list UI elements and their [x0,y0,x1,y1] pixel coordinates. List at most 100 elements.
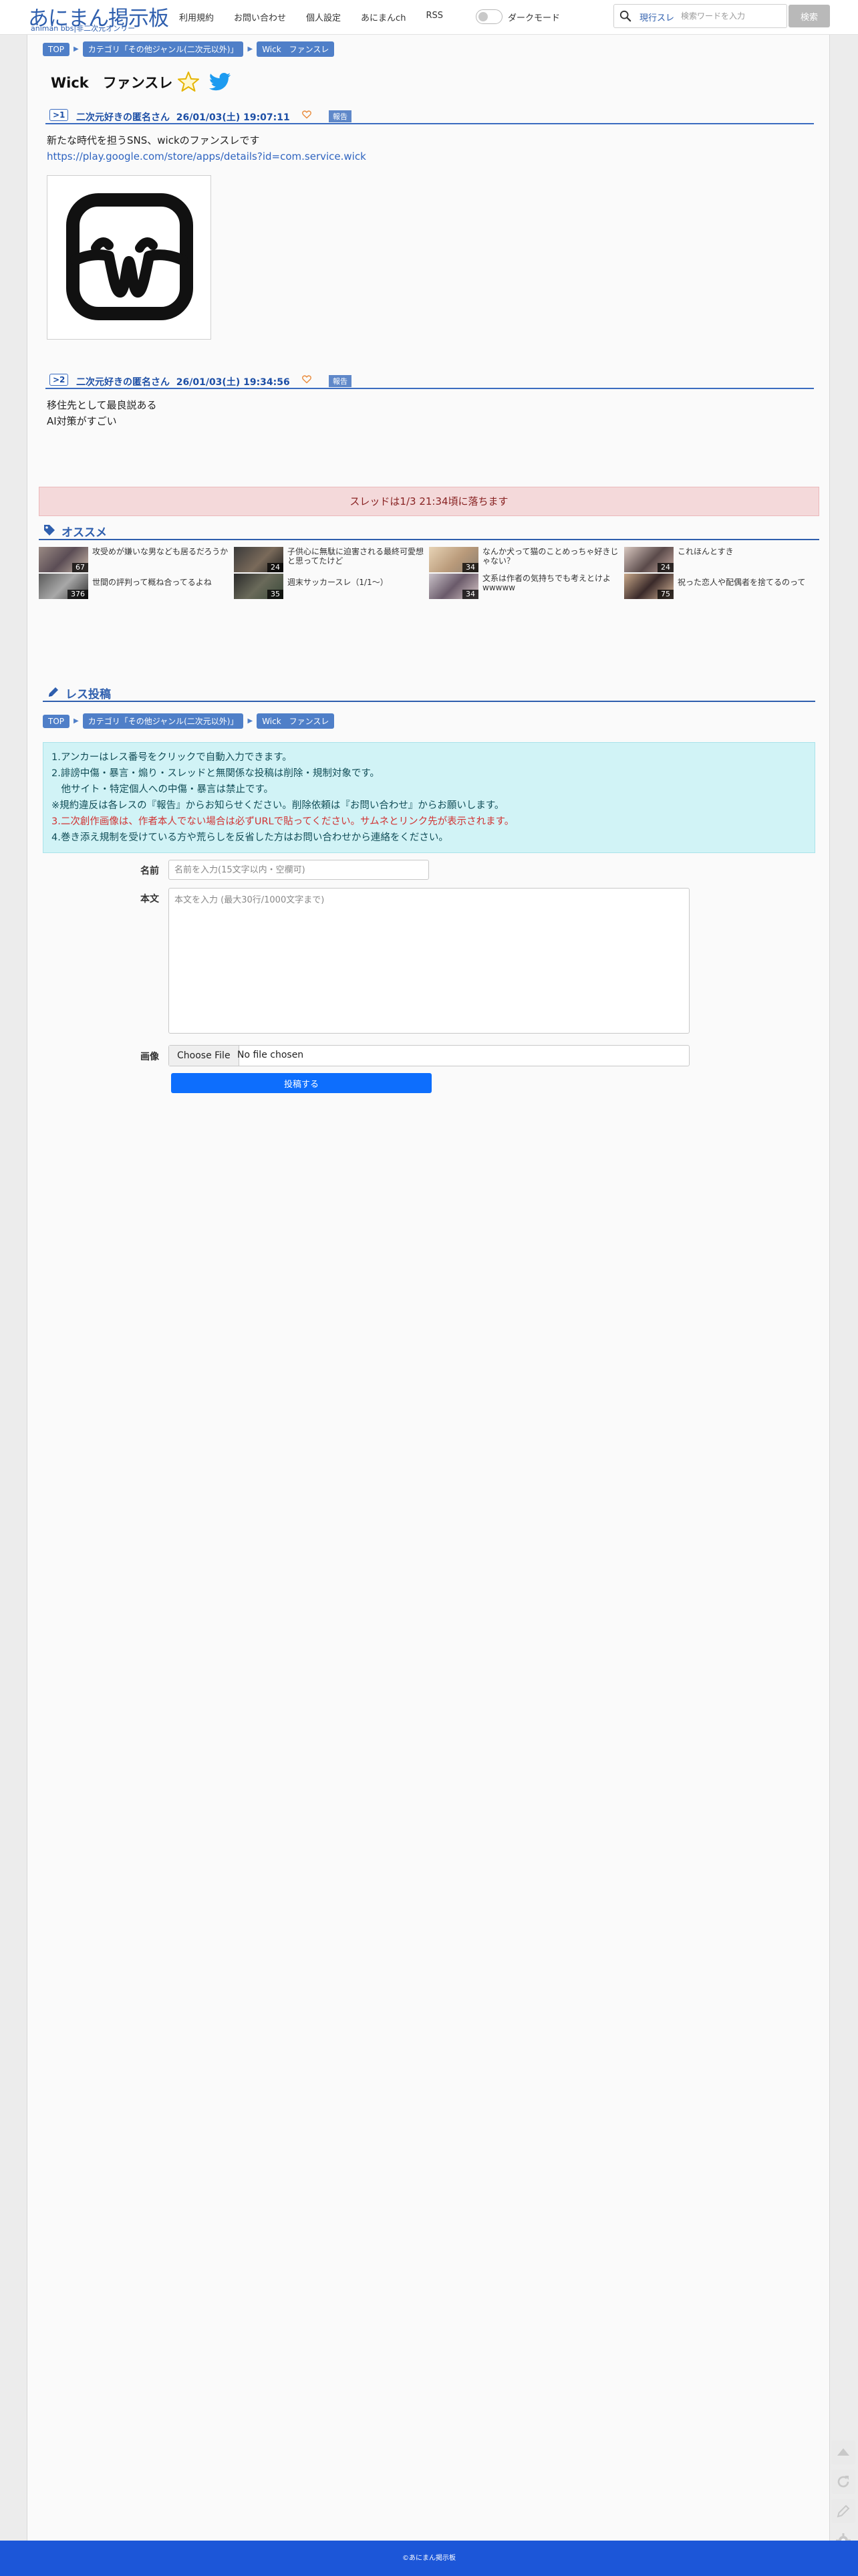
recommend-item[interactable]: 75 祝った恋人や配偶者を捨てるのって [624,574,818,599]
recommend-item[interactable]: 34 文系は作者の気持ちでも考えとけよwwwww [429,574,623,599]
post-author-date: 二次元好きの匿名さん 26/01/03(土) 19:34:56 [76,375,290,388]
search-scope-select[interactable]: 現行スレ [639,11,674,23]
recommend-item[interactable]: 24 これほんとすき [624,547,818,572]
comment-count: 35 [267,590,283,599]
breadcrumb-separator-icon: ▶ [247,45,253,53]
nav-terms[interactable]: 利用規約 [179,11,214,23]
post-author: 二次元好きの匿名さん [76,377,170,388]
post-text: 移住先として最良説ある [47,399,157,411]
recommend-item-title: なんか犬って猫のことめっちゃ好きじゃない？ [482,547,619,566]
comment-count: 67 [72,563,88,572]
breadcrumb-category[interactable]: カテゴリ「その他ジャンル(二次元以外)」 [82,713,244,729]
image-file-input[interactable]: Choose File No file chosen [168,1045,690,1066]
breadcrumb-category[interactable]: カテゴリ「その他ジャンル(二次元以外)」 [82,41,244,57]
recommend-thumbnail: 34 [429,547,478,572]
recommend-title: オススメ [61,526,107,540]
comment-count: 24 [267,563,283,572]
recommend-item-title: 子供心に無駄に迫害される最終可愛想と思ってたけど [287,547,424,566]
image-label: 画像 [140,1052,159,1062]
name-field[interactable] [168,860,429,880]
tag-icon [44,525,55,536]
twitter-icon[interactable] [208,72,231,92]
recommend-thumbnail: 34 [429,574,478,599]
rule-line-warning: 3.二次創作画像は、作者本人でない場合は必ずURLで貼ってください。サムネとリン… [51,816,515,827]
recommend-item[interactable]: 67 攻受めが嫌いな男なども居るだろうか [39,547,233,572]
body-textarea[interactable] [168,888,690,1034]
recommend-thumbnail: 67 [39,547,88,572]
reload-icon [837,2476,849,2488]
rule-line: 1.アンカーはレス番号をクリックで自動入力できます。 [51,752,292,763]
star-icon[interactable] [178,71,199,92]
nav-settings[interactable]: 個人設定 [306,11,341,23]
recommend-thumbnail: 24 [234,547,283,572]
wick-app-icon-image[interactable] [47,175,211,340]
site-logo[interactable]: あにまん掲示板 animan bbs|非二次元オンリー [28,1,169,33]
logo-subtitle: animan bbs|非二次元オンリー [31,24,136,33]
heart-icon[interactable] [302,374,311,384]
post-date: 26/01/03(土) 19:34:56 [176,377,290,388]
comment-count: 34 [462,590,478,599]
thread-title: Wick ファンスレ [51,75,173,91]
search-input[interactable] [681,8,785,24]
recommend-thumbnail: 35 [234,574,283,599]
post-date: 26/01/03(土) 19:07:11 [176,112,290,123]
recommend-item-title: 世間の評判って概ね合ってるよね [92,578,212,587]
recommend-item-title: 文系は作者の気持ちでも考えとけよwwwww [482,574,611,592]
rule-line: ※規約違反は各レスの『報告』からお知らせください。削除依頼は『お問い合わせ』から… [51,800,505,811]
recommend-item[interactable]: 376 世間の評判って概ね合ってるよね [39,574,233,599]
breadcrumb-separator-icon: ▶ [247,717,253,725]
recommend-item[interactable]: 35 週末サッカースレ（1/1〜） [234,574,428,599]
reply-section-header: レス投稿 [43,685,815,702]
nav-rss[interactable]: RSS [426,11,443,23]
breadcrumb-separator-icon: ▶ [74,45,79,53]
reload-button[interactable] [831,2470,855,2494]
post-number[interactable]: >1 [49,109,69,121]
recommend-thumbnail: 376 [39,574,88,599]
reply-title: レス投稿 [65,688,111,701]
recommend-item-title: 週末サッカースレ（1/1〜） [287,578,388,587]
search-icon [619,10,631,22]
report-button[interactable]: 報告 [329,110,351,122]
file-status: No file chosen [237,1050,304,1060]
comment-count: 24 [658,563,674,572]
breadcrumb-top[interactable]: TOP [43,42,70,56]
arrow-up-icon [837,2448,849,2456]
scroll-top-button[interactable] [831,2440,855,2464]
rule-line: 4.巻き添え規制を受けている方や荒らしを反省した方はお問い合わせから連絡をくださ… [51,832,448,843]
posting-rules: 1.アンカーはレス番号をクリックで自動入力できます。 2.誹謗中傷・暴言・煽り・… [43,742,815,853]
heart-icon[interactable] [302,110,311,119]
recommend-item[interactable]: 34 なんか犬って猫のことめっちゃ好きじゃない？ [429,547,623,572]
post-link[interactable]: https://play.google.com/store/apps/detai… [47,150,366,162]
comment-count: 34 [462,563,478,572]
recommend-item-title: 祝った恋人や配偶者を捨てるのって [678,578,806,587]
breadcrumb-thread[interactable]: Wick ファンスレ [257,713,335,729]
comment-count: 376 [67,590,88,599]
post-text: AI対策がすごい [47,415,117,427]
breadcrumb-bottom: TOP ▶ カテゴリ「その他ジャンル(二次元以外)」 ▶ Wick ファンスレ [43,713,335,729]
choose-file-button[interactable]: Choose File [169,1046,239,1066]
site-header: あにまん掲示板 animan bbs|非二次元オンリー 利用規約 お問い合わせ … [0,0,858,35]
report-button[interactable]: 報告 [329,375,351,387]
comment-count: 75 [658,590,674,599]
breadcrumb-thread[interactable]: Wick ファンスレ [257,41,335,57]
recommend-thumbnail: 24 [624,547,674,572]
search-button[interactable]: 検索 [789,5,830,27]
dark-mode-toggle[interactable] [476,9,503,24]
post-author-date: 二次元好きの匿名さん 26/01/03(土) 19:07:11 [76,110,290,124]
breadcrumb-top[interactable]: TOP [43,714,70,728]
breadcrumb: TOP ▶ カテゴリ「その他ジャンル(二次元以外)」 ▶ Wick ファンスレ [43,41,335,57]
post-number[interactable]: >2 [49,374,69,386]
recommend-item-title: これほんとすき [678,547,734,556]
nav-contact[interactable]: お問い合わせ [234,11,286,23]
recommend-item[interactable]: 24 子供心に無駄に迫害される最終可愛想と思ってたけど [234,547,428,572]
site-footer: ©あにまん掲示板 [0,2541,858,2576]
dark-mode-label: ダークモード [508,13,561,23]
breadcrumb-separator-icon: ▶ [74,717,79,725]
thread-drop-notice: スレッドは1/3 21:34頃に落ちます [39,487,819,516]
dark-mode-toggle-wrap: ダークモード [476,9,560,24]
nav-animanch[interactable]: あにまんch [361,11,406,23]
post-header: >2 二次元好きの匿名さん 26/01/03(土) 19:34:56 報告 [45,373,814,389]
write-button[interactable] [831,2499,855,2523]
recommend-thumbnail: 75 [624,574,674,599]
submit-post-button[interactable]: 投稿する [171,1073,432,1093]
